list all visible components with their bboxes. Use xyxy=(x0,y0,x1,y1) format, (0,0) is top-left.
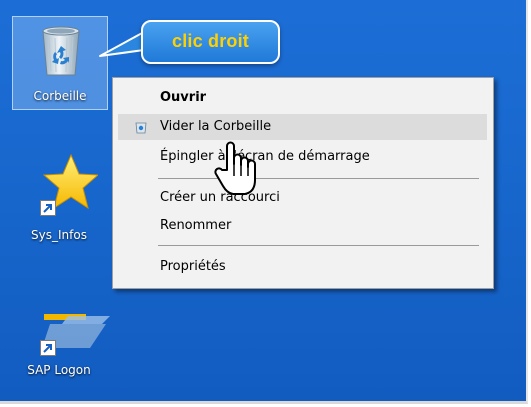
menu-item-rename[interactable]: Renommer xyxy=(118,213,487,239)
menu-item-create-shortcut[interactable]: Créer un raccourci xyxy=(118,185,487,211)
shortcut-arrow-icon xyxy=(40,200,56,216)
desktop-background: Corbeille Sys_Infos SAP Logon clic droit… xyxy=(0,0,528,404)
desktop-icon-recycle-bin[interactable]: Corbeille xyxy=(12,16,108,110)
callout-text: clic droit xyxy=(171,31,249,51)
shortcut-arrow-icon xyxy=(40,340,56,356)
menu-separator xyxy=(158,245,479,246)
menu-item-label: Ouvrir xyxy=(160,90,207,105)
menu-separator xyxy=(158,178,479,179)
desktop-icon-sys-infos[interactable]: Sys_Infos xyxy=(12,150,106,250)
recycle-bin-icon xyxy=(42,26,80,76)
hand-cursor-icon xyxy=(214,141,256,195)
menu-item-label: Propriétés xyxy=(160,259,226,274)
menu-item-label: Épingler à l'écran de démarrage xyxy=(160,149,370,164)
menu-item-open[interactable]: Ouvrir xyxy=(118,85,487,111)
context-menu: Ouvrir Vider la Corbeille Épingler à l'é… xyxy=(112,77,494,289)
menu-item-label: Renommer xyxy=(160,218,232,233)
desktop-icon-label: Sys_Infos xyxy=(31,228,87,242)
desktop-icon-label: Corbeille xyxy=(33,89,87,103)
menu-item-pin-to-start[interactable]: Épingler à l'écran de démarrage xyxy=(118,144,487,170)
desktop-icon-sap-logon[interactable]: SAP Logon xyxy=(12,300,110,386)
desktop-icon-label: SAP Logon xyxy=(27,363,91,377)
recycle-bin-small-icon xyxy=(135,122,147,134)
callout-bubble: clic droit xyxy=(141,20,280,64)
menu-item-label: Vider la Corbeille xyxy=(160,119,272,134)
screenshot: Corbeille Sys_Infos SAP Logon clic droit… xyxy=(0,0,531,407)
menu-item-empty-recycle-bin[interactable]: Vider la Corbeille xyxy=(118,114,487,140)
menu-item-properties[interactable]: Propriétés xyxy=(118,254,487,280)
